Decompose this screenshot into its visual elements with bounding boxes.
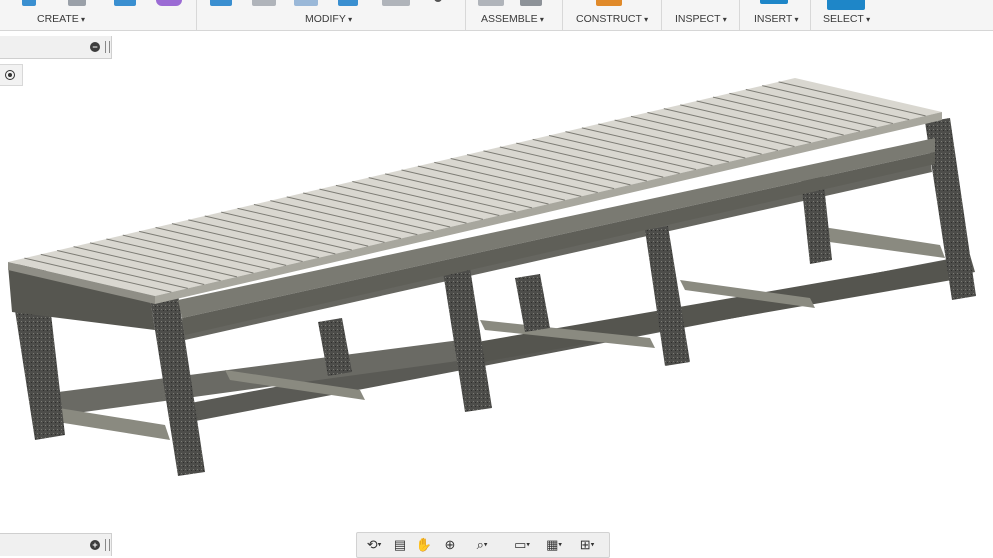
create-menu[interactable]: CREATE [37,13,85,25]
select-menu[interactable]: SELECT [823,13,870,25]
comments-panel-header[interactable]: + [0,533,112,556]
front-leg [443,268,492,412]
construct-group: CONSTRUCT [563,0,661,30]
model-viewport[interactable] [0,31,993,531]
pan-icon[interactable]: ✋ [415,536,433,554]
select-group: SELECT [811,0,881,30]
navigation-bar: ⟲▾ ▤ ✋ ⊕ ⌕▾ ▭▾ ▦▾ ⊞▾ [356,532,610,558]
panel-grip-icon[interactable] [105,539,110,551]
look-at-icon[interactable]: ▤ [391,536,409,554]
zoom-window-icon[interactable]: ⌕▾ [467,536,497,554]
construct-menu[interactable]: CONSTRUCT [576,13,648,25]
grid-icon[interactable]: ▦▾ [541,536,567,554]
orbit-icon[interactable]: ⟲▾ [361,536,387,554]
inspect-menu[interactable]: INSPECT [675,13,727,25]
ribbon-toolbar: CREATE MODIFY ASSEMBLE CONSTRUCT INSPECT… [0,0,993,31]
assemble-menu[interactable]: ASSEMBLE [481,13,544,25]
create-group: CREATE [0,0,195,30]
viewports-icon[interactable]: ⊞▾ [573,536,601,554]
bench-model[interactable] [8,78,976,476]
insert-group: INSERT [740,0,810,30]
plus-circle-icon[interactable]: + [90,540,100,550]
zoom-icon[interactable]: ⊕ [441,536,459,554]
modify-group: MODIFY [197,0,464,30]
modify-menu[interactable]: MODIFY [305,13,352,25]
inspect-group: INSPECT [662,0,739,30]
assemble-group: ASSEMBLE [466,0,562,30]
insert-menu[interactable]: INSERT [754,13,799,25]
display-settings-icon[interactable]: ▭▾ [509,536,535,554]
rear-leg [515,274,550,332]
